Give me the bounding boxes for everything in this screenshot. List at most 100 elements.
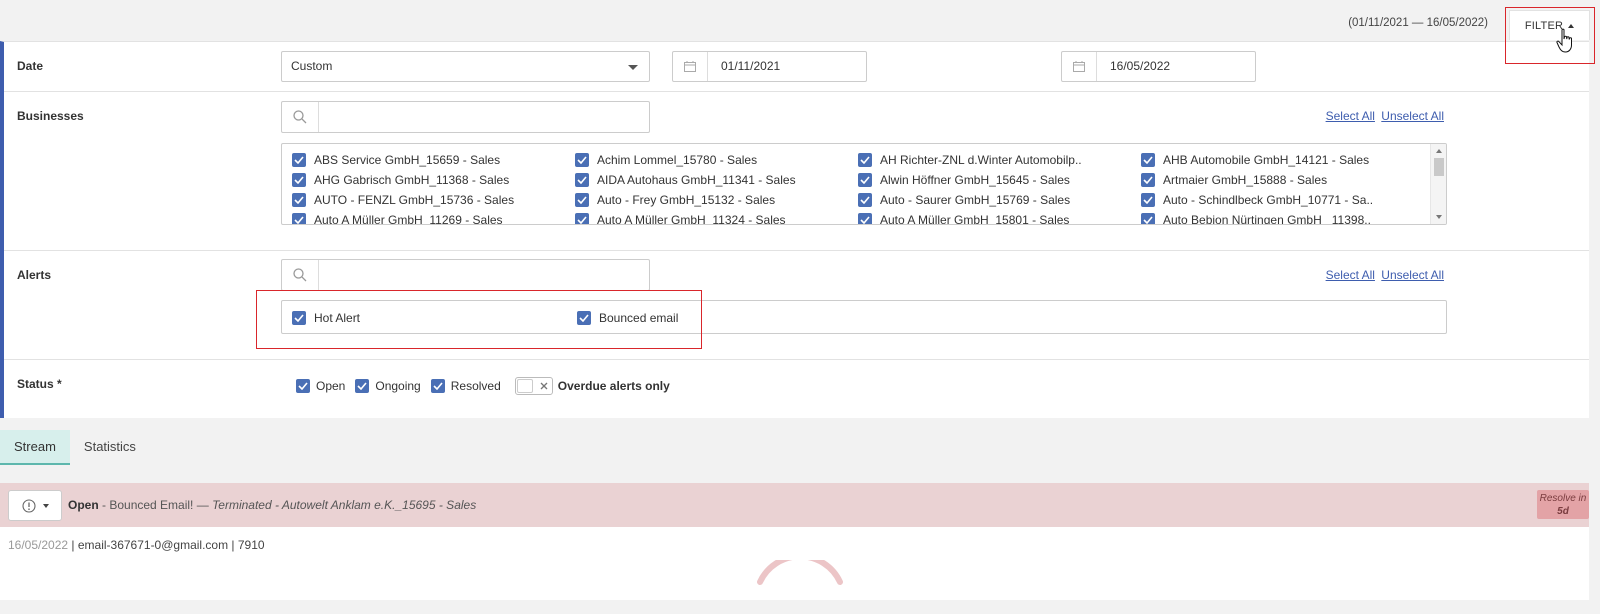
business-option-label: ABS Service GmbH_15659 - Sales — [314, 153, 501, 167]
business-option[interactable]: Achim Lommel_15780 - Sales — [575, 152, 858, 168]
calendar-icon[interactable] — [1062, 52, 1097, 81]
business-option-label: Alwin Höffner GmbH_15645 - Sales — [880, 173, 1070, 187]
business-option[interactable]: Auto - Schindlbeck GmbH_10771 - Sa.. — [1141, 192, 1422, 208]
business-option[interactable]: Auto A Müller GmbH_11324 - Sales — [575, 212, 858, 225]
business-option[interactable]: ABS Service GmbH_15659 - Sales — [292, 152, 575, 168]
top-bar: (01/11/2021 — 16/05/2022) FILTER — [0, 0, 1600, 41]
checkbox-checked-icon[interactable] — [292, 173, 306, 187]
alerts-list: Hot Alert Bounced email — [281, 300, 1447, 334]
checkbox-checked-icon[interactable] — [430, 379, 445, 393]
business-option[interactable]: AHB Automobile GmbH_14121 - Sales — [1141, 152, 1422, 168]
filter-panel: Date Custom 01/11/2021 16/05/2022 Busine… — [0, 41, 1589, 418]
checkbox-checked-icon[interactable] — [292, 193, 306, 207]
date-from-field[interactable]: 01/11/2021 — [672, 51, 867, 82]
business-option[interactable]: Alwin Höffner GmbH_15645 - Sales — [858, 172, 1141, 188]
alerts-unselect-all-link[interactable]: Unselect All — [1381, 268, 1444, 282]
filter-toggle-button[interactable]: FILTER — [1509, 10, 1590, 40]
alert-option-bounced-email[interactable]: Bounced email — [577, 310, 678, 326]
businesses-list[interactable]: ABS Service GmbH_15659 - Sales Achim Lomm… — [281, 143, 1447, 225]
checkbox-checked-icon[interactable] — [858, 213, 872, 224]
date-label: Date — [17, 59, 44, 73]
status-option-ongoing[interactable]: Ongoing — [355, 378, 421, 394]
overdue-toggle[interactable] — [514, 377, 553, 395]
business-option[interactable]: Auto - Saurer GmbH_15769 - Sales — [858, 192, 1141, 208]
business-option-label: Auto - Saurer GmbH_15769 - Sales — [880, 193, 1071, 207]
checkbox-checked-icon[interactable] — [292, 153, 306, 167]
business-option[interactable]: Auto - Frey GmbH_15132 - Sales — [575, 192, 858, 208]
checkbox-checked-icon[interactable] — [292, 311, 306, 325]
chevron-down-icon — [628, 65, 638, 70]
checkbox-checked-icon[interactable] — [858, 193, 872, 207]
business-option[interactable]: Artmaier GmbH_15888 - Sales — [1141, 172, 1422, 188]
status-row: Status * Open Ongoing Resolved Overdue a… — [4, 360, 1589, 418]
status-option-label: Ongoing — [375, 379, 421, 393]
business-option-label: Auto A Müller GmbH_15801 - Sales — [880, 213, 1070, 225]
scroll-down-icon[interactable] — [1436, 215, 1442, 219]
business-option[interactable]: Auto A Müller GmbH_11269 - Sales — [292, 212, 575, 225]
business-option-label: AHG Gabrisch GmbH_11368 - Sales — [314, 173, 510, 187]
search-icon — [282, 102, 319, 132]
alerts-search-input[interactable] — [281, 259, 650, 291]
checkbox-checked-icon[interactable] — [296, 379, 310, 393]
date-preset-value: Custom — [291, 59, 333, 73]
alerts-row: Alerts Select All Unselect All Hot Alert… — [4, 251, 1589, 360]
alert-option-label: Bounced email — [599, 311, 679, 325]
status-option-resolved[interactable]: Resolved — [430, 378, 501, 394]
checkbox-checked-icon[interactable] — [575, 213, 589, 224]
checkbox-checked-icon[interactable] — [858, 173, 872, 187]
date-preset-select[interactable]: Custom — [281, 51, 650, 82]
checkbox-checked-icon[interactable] — [1141, 193, 1155, 207]
calendar-icon[interactable] — [673, 52, 708, 81]
businesses-search-input[interactable] — [281, 101, 650, 133]
stream-item-subject: - Bounced Email! — — [98, 498, 213, 512]
businesses-unselect-all-link[interactable]: Unselect All — [1381, 109, 1444, 123]
business-option[interactable]: Auto Bebion Nürtingen GmbH _11398.. — [1141, 212, 1422, 224]
businesses-select-all-link[interactable]: Select All — [1326, 109, 1375, 123]
business-option-label: Auto A Müller GmbH_11269 - Sales — [314, 213, 503, 225]
checkbox-checked-icon[interactable] — [1141, 153, 1155, 167]
toggle-knob — [516, 379, 533, 393]
checkbox-checked-icon[interactable] — [575, 193, 589, 207]
business-option[interactable]: Auto A Müller GmbH_15801 - Sales — [858, 212, 1141, 225]
overdue-label: Overdue alerts only — [557, 379, 670, 393]
resolve-value: 5d — [1557, 506, 1569, 517]
businesses-row: Businesses Select All Unselect All ABS S… — [4, 92, 1589, 251]
scroll-thumb[interactable] — [1434, 158, 1444, 176]
businesses-select-links: Select All Unselect All — [1323, 109, 1444, 123]
alerts-label: Alerts — [17, 268, 52, 282]
status-option-open[interactable]: Open — [296, 378, 345, 394]
scroll-up-icon[interactable] — [1436, 149, 1442, 153]
close-icon — [540, 382, 548, 390]
checkbox-checked-icon[interactable] — [292, 213, 306, 224]
checkbox-checked-icon[interactable] — [355, 379, 370, 393]
alert-action-dropdown[interactable] — [8, 490, 62, 521]
date-to-field[interactable]: 16/05/2022 — [1061, 51, 1256, 82]
alert-option-label: Hot Alert — [314, 311, 361, 325]
business-option-label: Artmaier GmbH_15888 - Sales — [1163, 173, 1328, 187]
date-row: Date Custom 01/11/2021 16/05/2022 — [4, 42, 1589, 92]
status-label: Status * — [17, 377, 62, 391]
business-option-label: Auto A Müller GmbH_11324 - Sales — [597, 213, 786, 225]
checkbox-checked-icon[interactable] — [575, 173, 589, 187]
alerts-select-all-link[interactable]: Select All — [1326, 268, 1375, 282]
caret-down-icon — [42, 503, 49, 508]
alert-option-hot-alert[interactable]: Hot Alert — [292, 310, 360, 326]
caret-up-icon — [1568, 23, 1575, 28]
business-option-label: AUTO - FENZL GmbH_15736 - Sales — [314, 193, 515, 207]
business-option-label: Auto - Schindlbeck GmbH_10771 - Sa.. — [1163, 193, 1374, 207]
business-option[interactable]: AIDA Autohaus GmbH_11341 - Sales — [575, 172, 858, 188]
business-option[interactable]: AUTO - FENZL GmbH_15736 - Sales — [292, 192, 575, 208]
checkbox-checked-icon[interactable] — [1141, 213, 1155, 224]
date-range-summary: (01/11/2021 — 16/05/2022) — [1348, 17, 1488, 29]
businesses-scrollbar[interactable] — [1430, 144, 1446, 224]
tab-statistics[interactable]: Statistics — [70, 430, 150, 465]
tab-stream[interactable]: Stream — [0, 430, 70, 465]
business-option[interactable]: AH Richter-ZNL d.Winter Automobilp.. — [858, 152, 1141, 168]
business-option-label: AIDA Autohaus GmbH_11341 - Sales — [597, 173, 796, 187]
checkbox-checked-icon[interactable] — [575, 153, 589, 167]
checkbox-checked-icon[interactable] — [1141, 173, 1155, 187]
checkbox-checked-icon[interactable] — [577, 311, 591, 325]
checkbox-checked-icon[interactable] — [858, 153, 872, 167]
stream-item-title[interactable]: Open - Bounced Email! — Terminated - Aut… — [68, 498, 476, 512]
business-option[interactable]: AHG Gabrisch GmbH_11368 - Sales — [292, 172, 575, 188]
